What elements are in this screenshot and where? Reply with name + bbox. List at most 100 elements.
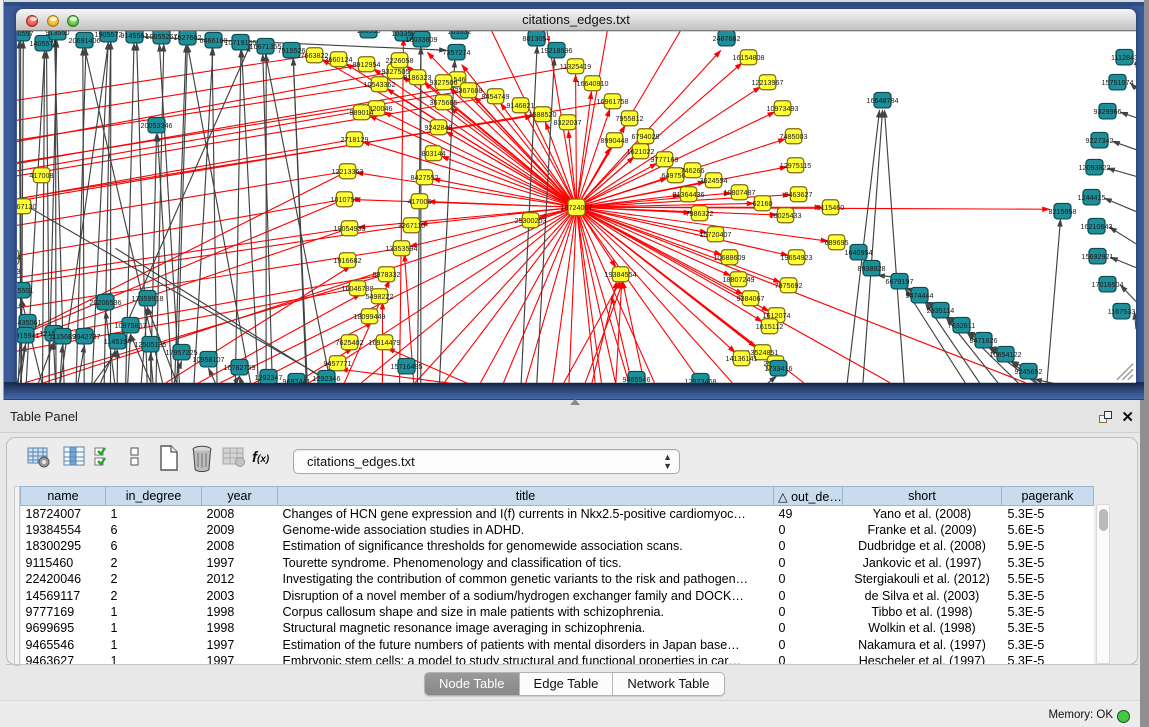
svg-text:8471626: 8471626 [969, 336, 997, 345]
svg-text:15692921: 15692921 [1081, 252, 1113, 261]
svg-text:7485003: 7485003 [779, 132, 807, 141]
svg-text:6679197: 6679197 [885, 277, 913, 286]
svg-text:10025433: 10025433 [769, 211, 801, 220]
svg-text:8990448: 8990448 [600, 136, 628, 145]
svg-text:9327506: 9327506 [429, 78, 457, 87]
svg-text:9465546: 9465546 [622, 375, 650, 383]
svg-text:17359918: 17359918 [131, 294, 163, 303]
svg-text:1292347: 1292347 [254, 373, 282, 382]
svg-text:1527602: 1527602 [173, 33, 201, 42]
svg-text:160338: 160338 [356, 31, 380, 35]
svg-text:21364436: 21364436 [672, 190, 704, 199]
svg-text:689695: 689695 [824, 238, 848, 247]
svg-text:5498222: 5498222 [365, 292, 393, 301]
svg-text:803144: 803144 [421, 149, 445, 158]
svg-text:105532: 105532 [447, 31, 471, 36]
svg-text:19384554: 19384554 [604, 270, 636, 279]
svg-text:7975692: 7975692 [774, 281, 802, 290]
svg-text:9242848: 9242848 [424, 123, 452, 132]
svg-text:10807487: 10807487 [723, 188, 755, 197]
svg-text:16782759: 16782759 [223, 363, 255, 372]
svg-text:9227342: 9227342 [1085, 136, 1113, 145]
svg-text:9457771: 9457771 [323, 359, 351, 368]
svg-text:9692441: 9692441 [282, 377, 310, 383]
svg-text:13353594: 13353594 [385, 244, 417, 253]
svg-text:7955812: 7955812 [615, 114, 643, 123]
svg-text:417008: 417008 [29, 171, 53, 180]
svg-text:53594: 53594 [17, 253, 21, 262]
svg-text:15720407: 15720407 [699, 230, 731, 239]
svg-text:1733416: 1733416 [764, 364, 792, 373]
svg-text:1167533: 1167533 [1107, 307, 1134, 316]
svg-text:7357274: 7357274 [442, 48, 470, 57]
svg-text:7625402: 7625402 [335, 338, 363, 347]
svg-text:1244415: 1244415 [1077, 193, 1105, 202]
svg-text:16961758: 16961758 [596, 97, 628, 106]
svg-text:18099449: 18099449 [353, 312, 385, 321]
svg-text:2226058: 2226058 [385, 56, 413, 65]
svg-text:3267110: 3267110 [397, 221, 424, 230]
svg-text:12213967: 12213967 [751, 78, 783, 87]
svg-text:10975867: 10975867 [114, 321, 146, 330]
svg-text:10958107: 10958107 [192, 355, 224, 364]
svg-text:19218596: 19218596 [540, 46, 572, 55]
svg-text:1615112: 1615112 [755, 322, 782, 331]
svg-text:8938928: 8938928 [857, 264, 885, 273]
svg-text:8912954: 8912954 [352, 60, 380, 69]
svg-text:417006: 417006 [407, 197, 431, 206]
svg-text:19054933: 19054933 [333, 224, 365, 233]
svg-text:20053346: 20053346 [140, 121, 172, 130]
svg-text:16154808: 16154808 [732, 53, 764, 62]
svg-text:10543362: 10543362 [363, 80, 395, 89]
svg-text:12505135: 12505135 [134, 340, 166, 349]
svg-text:140557: 140557 [17, 31, 33, 38]
svg-text:915501: 915501 [17, 286, 33, 295]
svg-text:16640910: 16640910 [576, 79, 608, 88]
svg-text:16914479: 16914479 [368, 338, 400, 347]
svg-text:7515526: 7515526 [277, 46, 305, 55]
svg-text:1292346: 1292346 [312, 374, 340, 383]
svg-text:15751074: 15751074 [1101, 78, 1133, 87]
svg-text:12942737: 12942737 [68, 332, 100, 341]
svg-text:1905572: 1905572 [94, 31, 122, 39]
svg-text:8878332: 8878332 [372, 270, 400, 279]
svg-text:359153: 359153 [17, 267, 20, 276]
svg-text:10654122: 10654122 [989, 350, 1021, 359]
svg-text:7986322: 7986322 [685, 209, 713, 218]
svg-text:9463627: 9463627 [784, 190, 812, 199]
svg-text:16033809: 16033809 [405, 35, 437, 44]
svg-text:16210643: 16210643 [1080, 222, 1112, 231]
svg-text:18807249: 18807249 [722, 275, 754, 284]
svg-text:9245652: 9245652 [1014, 367, 1042, 376]
svg-text:2935114: 2935114 [926, 306, 953, 315]
svg-text:9145561: 9145561 [120, 31, 148, 40]
svg-text:8215958: 8215958 [1048, 207, 1076, 216]
svg-text:9146821: 9146821 [506, 101, 534, 110]
svg-text:9329966: 9329966 [1093, 107, 1121, 116]
svg-text:8813054: 8813054 [522, 34, 550, 43]
svg-text:12923468: 12923468 [684, 377, 716, 383]
svg-text:1435061: 1435061 [17, 318, 41, 327]
svg-text:8427552: 8427552 [410, 173, 438, 182]
svg-text:1010755: 1010755 [330, 195, 358, 204]
svg-text:10973493: 10973493 [766, 104, 798, 113]
svg-text:2367608: 2367608 [454, 86, 482, 95]
svg-text:2487682: 2487682 [712, 34, 740, 43]
svg-text:19654923: 19654923 [780, 253, 812, 262]
svg-text:9777169: 9777169 [650, 155, 678, 164]
svg-text:15716485: 15716485 [390, 362, 422, 371]
svg-text:3915941: 3915941 [17, 331, 39, 340]
svg-text:3624554: 3624554 [699, 176, 727, 185]
svg-text:18724007: 18724007 [560, 203, 592, 212]
svg-text:16648784: 16648784 [866, 96, 898, 105]
svg-text:1916682: 1916682 [333, 256, 361, 265]
svg-text:8454749: 8454749 [481, 92, 509, 101]
svg-text:6794028: 6794028 [631, 132, 659, 141]
svg-text:3660124: 3660124 [324, 55, 352, 64]
svg-text:8322037: 8322037 [553, 118, 581, 127]
svg-text:3267130: 3267130 [17, 202, 36, 211]
svg-text:9115460: 9115460 [816, 203, 843, 212]
svg-text:62160: 62160 [752, 199, 772, 208]
svg-text:12093822: 12093822 [1078, 163, 1110, 172]
svg-text:1588520: 1588520 [528, 110, 556, 119]
